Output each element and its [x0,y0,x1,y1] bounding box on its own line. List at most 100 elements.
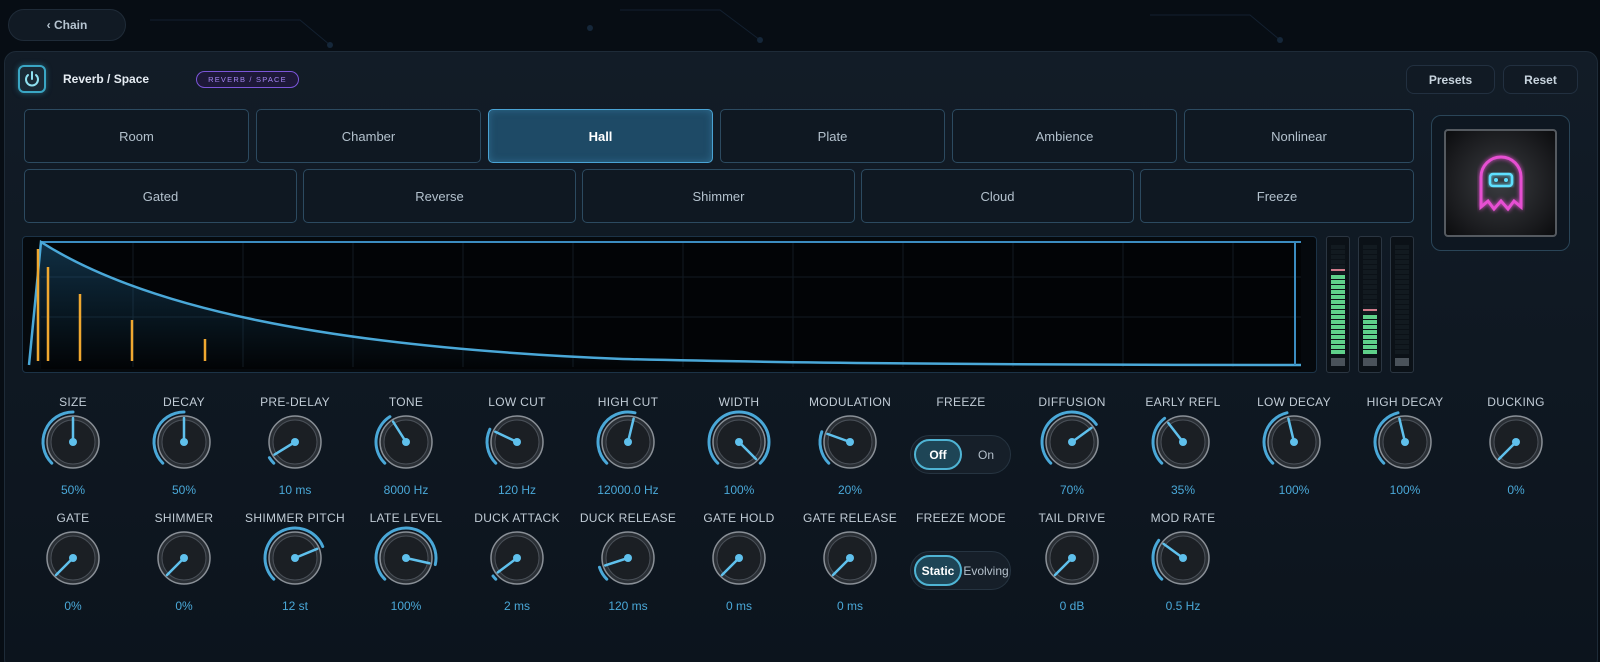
diffusion-knob-dial[interactable] [1039,409,1105,475]
reset-button[interactable]: Reset [1503,65,1578,94]
power-icon [25,71,39,87]
mode-ambience[interactable]: Ambience [952,109,1177,163]
knob-size[interactable]: SIZE 50% [18,395,128,507]
modulation-knob-dial[interactable] [817,409,883,475]
gate-knob-dial[interactable] [40,525,106,591]
knob-gate[interactable]: GATE 0% [18,511,128,623]
width-knob-dial[interactable] [706,409,772,475]
gate-release-knob-dial[interactable] [817,525,883,591]
freeze-mode-static-option[interactable]: Static [914,555,962,586]
mod-rate-knob-dial[interactable] [1150,525,1216,591]
meter-segment [1395,265,1409,269]
knob-width[interactable]: WIDTH 100% [684,395,794,507]
freeze-on-option[interactable]: On [963,439,1009,470]
knob-late-level[interactable]: LATE LEVEL 100% [351,511,461,623]
meter-segment [1363,315,1377,319]
gate-hold-knob-dial[interactable] [706,525,772,591]
early-refl-knob-dial[interactable] [1150,409,1216,475]
meter-segment [1363,300,1377,304]
mode-reverse[interactable]: Reverse [303,169,576,223]
pre-delay-knob-dial[interactable] [262,409,328,475]
mode-hall[interactable]: Hall [488,109,713,163]
decay-knob-dial[interactable] [151,409,217,475]
knob-gate-release[interactable]: GATE RELEASE 0 ms [795,511,905,623]
presets-button[interactable]: Presets [1406,65,1495,94]
meter-segment [1363,275,1377,279]
mode-gated[interactable]: Gated [24,169,297,223]
low-decay-knob-dial[interactable] [1261,409,1327,475]
meter-segment [1395,325,1409,329]
knob-duck-release[interactable]: DUCK RELEASE 120 ms [573,511,683,623]
tone-knob-dial[interactable] [373,409,439,475]
duck-release-knob-dial[interactable] [595,525,661,591]
knob-label: HIGH DECAY [1366,395,1444,409]
meter-segment [1363,280,1377,284]
meter-segment [1363,285,1377,289]
meter-segment [1395,275,1409,279]
knob-hub [1179,554,1187,562]
knob-hub [735,438,743,446]
high-decay-knob-dial[interactable] [1372,409,1438,475]
knob-mod-rate[interactable]: MOD RATE 0.5 Hz [1128,511,1238,623]
knob-hub [291,438,299,446]
knob-label: DUCK RELEASE [579,511,677,525]
shimmer-pitch-knob-dial[interactable] [262,525,328,591]
mode-shimmer[interactable]: Shimmer [582,169,855,223]
low-cut-knob-dial[interactable] [484,409,550,475]
freeze-mode-evolving-option[interactable]: Evolving [961,555,1011,586]
meter-footer [1395,358,1409,366]
duck-attack-knob-dial[interactable] [484,525,550,591]
knob-tail-drive[interactable]: TAIL DRIVE 0 dB [1017,511,1127,623]
tail-drive-knob-dial[interactable] [1039,525,1105,591]
knob-high-cut[interactable]: HIGH CUT 12000.0 Hz [573,395,683,507]
knob-value: 2 ms [503,599,530,613]
knob-label: HIGH CUT [597,395,659,409]
knob-early-refl[interactable]: EARLY REFL 35% [1128,395,1238,507]
knob-label: DECAY [163,395,205,409]
meter-segment [1363,290,1377,294]
knob-modulation[interactable]: MODULATION 20% [795,395,905,507]
mode-freeze[interactable]: Freeze [1140,169,1414,223]
knob-low-cut[interactable]: LOW CUT 120 Hz [462,395,572,507]
knob-hub [624,438,632,446]
knob-duck-attack[interactable]: DUCK ATTACK 2 ms [462,511,572,623]
knob-diffusion[interactable]: DIFFUSION 70% [1017,395,1127,507]
knob-label: TONE [388,395,424,409]
knob-high-decay[interactable]: HIGH DECAY 100% [1350,395,1460,507]
knob-ducking[interactable]: DUCKING 0% [1461,395,1571,507]
meter-segment [1363,305,1377,309]
freeze-mode-toggle[interactable]: Static Evolving [910,551,1011,590]
mode-cloud[interactable]: Cloud [861,169,1134,223]
meter-segment [1331,295,1345,299]
knob-hub [180,438,188,446]
meter-segment [1363,330,1377,334]
back-to-chain-button[interactable]: ‹ Chain [8,9,126,41]
decay-display [27,239,1302,369]
meter-segment [1331,280,1345,284]
late-level-knob-dial[interactable] [373,525,439,591]
size-knob-dial[interactable] [40,409,106,475]
meter-segment [1331,255,1345,259]
meter-segment [1363,250,1377,254]
knob-tone[interactable]: TONE 8000 Hz [351,395,461,507]
shimmer-knob-dial[interactable] [151,525,217,591]
high-cut-knob-dial[interactable] [595,409,661,475]
mode-plate[interactable]: Plate [720,109,945,163]
knob-shimmer[interactable]: SHIMMER 0% [129,511,239,623]
knob-value: 0.5 Hz [1165,599,1201,613]
freeze-off-option[interactable]: Off [914,439,962,470]
power-button[interactable] [18,65,46,93]
meter-segment [1395,255,1409,259]
knob-gate-hold[interactable]: GATE HOLD 0 ms [684,511,794,623]
freeze-toggle[interactable]: Off On [910,435,1011,474]
mode-room[interactable]: Room [24,109,249,163]
mode-chamber[interactable]: Chamber [256,109,481,163]
knob-decay[interactable]: DECAY 50% [129,395,239,507]
knob-shimmer-pitch[interactable]: SHIMMER PITCH 12 st [240,511,350,623]
ducking-knob-dial[interactable] [1483,409,1549,475]
knob-low-decay[interactable]: LOW DECAY 100% [1239,395,1349,507]
knob-value: 100% [1389,483,1421,497]
knob-pre-delay[interactable]: PRE-DELAY 10 ms [240,395,350,507]
meter-segment [1395,260,1409,264]
mode-nonlinear[interactable]: Nonlinear [1184,109,1414,163]
